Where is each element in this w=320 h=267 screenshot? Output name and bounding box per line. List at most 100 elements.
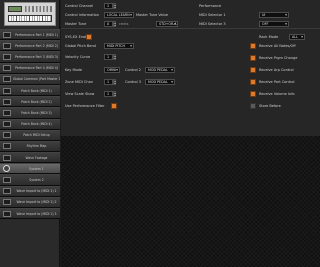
receive-all-notes-label: Receive All Notes/Off: [259, 44, 296, 48]
master-tune-field[interactable]: 0: [104, 21, 113, 27]
sidebar-item-label: Wave Import to (MIDI 1) 3: [16, 211, 57, 216]
empty-workspace: [61, 136, 320, 267]
zone-midi-chan-label: Zone MIDI Chan: [65, 80, 93, 84]
midi-selector-1-label: MIDI Selector 1: [199, 13, 226, 17]
zone-midi-chan-stepper[interactable]: [113, 79, 117, 85]
rack-mode-label: Rack Mode: [259, 35, 279, 39]
module-icon: [0, 97, 13, 106]
view-scale-field[interactable]: 1: [104, 91, 113, 97]
module-icon: [0, 30, 13, 39]
receive-all-notes-toggle[interactable]: [250, 43, 256, 49]
sidebar-item[interactable]: Patch Bank (MIDI 4): [0, 118, 60, 130]
rack-mode-dropdown[interactable]: ALL: [289, 34, 305, 40]
zone-midi-chan-field[interactable]: 1: [104, 79, 113, 85]
sidebar-item[interactable]: Performance Part 4 (MIDI 4): [0, 62, 60, 74]
sidebar-item[interactable]: Wave Footage: [0, 152, 60, 164]
midi-selector-2-dropdown[interactable]: OFF: [259, 21, 289, 27]
sidebar-item[interactable]: Performance Part 2 (MIDI 2): [0, 40, 60, 52]
control-information-label: Control Information: [65, 13, 100, 17]
control-3-label: Control 3: [125, 80, 141, 84]
sidebar-item[interactable]: Wave Import to (MIDI 1) 1: [0, 185, 60, 197]
sidebar: Performance Part 1 (MIDI 1) Performance P…: [0, 0, 60, 267]
sidebar-item[interactable]: Patch Bank (MIDI 1): [0, 84, 60, 97]
view-scale-label: View Scale Show: [65, 92, 95, 96]
receive-volume-toggle[interactable]: [250, 91, 256, 97]
synth-device-thumbnail: [4, 2, 56, 26]
section-divider: [61, 28, 320, 29]
control-information-dropdown[interactable]: LOCAL LEARN: [104, 12, 134, 18]
module-icon: [0, 209, 13, 218]
master-tune-label: Master Tune: [65, 22, 87, 26]
control-2-label: Control 2: [125, 68, 141, 72]
master-tune-value-dropdown[interactable]: STD+OR-A: [156, 21, 178, 27]
receive-arp-control-label: Receive Arp Control: [259, 68, 294, 72]
sidebar-item-label: Patch MIDI Setup: [23, 133, 50, 138]
receive-program-change-toggle[interactable]: [250, 55, 256, 61]
module-icon: [0, 120, 13, 129]
control-2-dropdown[interactable]: MOD PEDAL: [145, 67, 175, 73]
midi-selector-2-label: MIDI Selector 3: [199, 22, 226, 26]
receive-part-control-toggle[interactable]: [250, 79, 256, 85]
sidebar-item[interactable]: Performance Part 3 (MIDI 3): [0, 51, 60, 63]
sidebar-item[interactable]: System 1: [0, 163, 60, 175]
midi-selector-1-dropdown[interactable]: UI: [259, 12, 289, 18]
sidebar-item-label: Performance Part 1 (MIDI 1): [15, 32, 58, 37]
sysex-enable-toggle[interactable]: [86, 34, 92, 40]
sidebar-item[interactable]: Wave Import to (MIDI 1) 3: [0, 208, 60, 220]
sidebar-item-label: Patch Bank (MIDI 2): [21, 99, 52, 104]
use-performance-toggle[interactable]: [111, 103, 117, 109]
module-icon: [0, 86, 13, 95]
module-icon: [0, 64, 13, 73]
sidebar-item[interactable]: Patch Bank (MIDI 3): [0, 107, 60, 119]
performance-label: Performance: [199, 4, 222, 8]
sidebar-item-label: Rhythm Map: [26, 144, 47, 149]
sidebar-item-label: Patch Bank (MIDI 3): [21, 110, 52, 115]
sidebar-item-label: Performance Part 4 (MIDI 4): [15, 66, 58, 71]
module-icon: [0, 198, 13, 207]
sidebar-nav: Performance Part 1 (MIDI 1) Performance P…: [0, 29, 60, 220]
module-icon: [0, 142, 13, 151]
control-channel-field[interactable]: 1: [104, 3, 113, 9]
sidebar-item-label: Wave Footage: [25, 155, 48, 160]
master-tune-value-label: Master Tune Value: [136, 13, 168, 17]
sidebar-item[interactable]: Global Common (Part Master 1): [0, 73, 60, 85]
device-display: [8, 6, 22, 12]
module-icon: [0, 41, 13, 50]
sidebar-item[interactable]: Wave Import to (MIDI 1) 2: [0, 196, 60, 208]
control-3-dropdown[interactable]: MOD PEDAL: [145, 79, 175, 85]
master-tune-unit: cents: [119, 22, 129, 26]
module-icon: [0, 175, 13, 184]
global-pitch-bend-dropdown[interactable]: MIDI PITCH: [104, 43, 134, 49]
module-icon: [0, 187, 13, 196]
sidebar-item[interactable]: Rhythm Map: [0, 140, 60, 153]
system-settings-panel: Control Channel 1 Control Information LO…: [61, 0, 320, 136]
key-mode-dropdown[interactable]: OMNI: [104, 67, 120, 73]
sidebar-item[interactable]: Patch Bank (MIDI 2): [0, 96, 60, 108]
sidebar-item[interactable]: System 2: [0, 174, 60, 186]
module-icon: [0, 75, 13, 84]
sidebar-item-label: Patch Bank (MIDI 1): [21, 88, 52, 93]
velocity-curve-label: Velocity Curve: [65, 55, 91, 59]
receive-program-change-label: Receive Prgm Change: [259, 56, 298, 60]
receive-arp-control-toggle[interactable]: [250, 67, 256, 73]
use-performance-label: Use Performance Filter: [65, 104, 105, 108]
control-channel-stepper[interactable]: [113, 3, 117, 9]
velocity-curve-stepper[interactable]: [113, 54, 117, 60]
sidebar-item[interactable]: Patch MIDI Setup: [0, 129, 60, 141]
view-scale-stepper[interactable]: [113, 91, 117, 97]
sidebar-item-label: Performance Part 2 (MIDI 2): [15, 43, 58, 48]
module-icon: [0, 108, 13, 117]
sidebar-item-label: Patch Bank (MIDI 4): [21, 122, 52, 127]
receive-volume-label: Receive Volume Info: [259, 92, 295, 96]
master-tune-stepper[interactable]: [113, 21, 117, 27]
velocity-curve-field[interactable]: 1: [104, 54, 113, 60]
module-icon: [0, 153, 13, 162]
module-icon: [0, 52, 13, 61]
store-before-toggle[interactable]: [250, 103, 256, 109]
global-pitch-bend-label: Global Pitch Bend: [65, 44, 96, 48]
key-mode-label: Key Mode: [65, 68, 82, 72]
sidebar-item[interactable]: Performance Part 1 (MIDI 1): [0, 29, 60, 41]
gear-icon: [0, 164, 13, 173]
sidebar-item-label: Performance Part 3 (MIDI 3): [15, 54, 58, 59]
sidebar-item-label: Wave Import to (MIDI 1) 1: [16, 189, 57, 194]
